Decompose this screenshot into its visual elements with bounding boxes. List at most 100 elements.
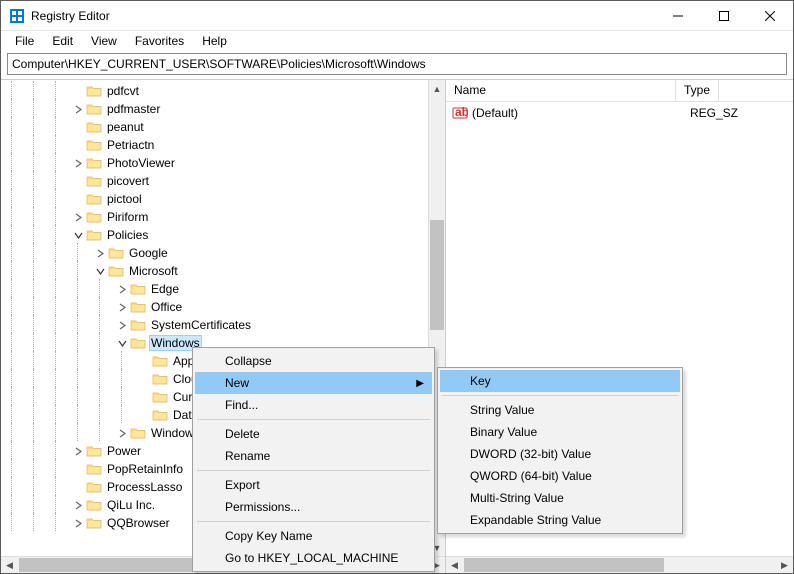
chevron-right-icon[interactable]: [115, 303, 129, 312]
menu-item-delete[interactable]: Delete: [195, 423, 432, 445]
chevron-right-icon[interactable]: [71, 105, 85, 114]
menu-label: Binary Value: [470, 425, 537, 439]
scroll-thumb[interactable]: [430, 220, 444, 330]
tree-label: Piriform: [105, 210, 150, 224]
menu-label: Rename: [225, 449, 270, 463]
menu-item-copy-key-name[interactable]: Copy Key Name: [195, 525, 432, 547]
tree-label: PhotoViewer: [105, 156, 177, 170]
tree-label: pdfcvt: [105, 84, 141, 98]
titlebar: Registry Editor: [1, 1, 793, 31]
menu-edit[interactable]: Edit: [44, 32, 81, 50]
string-value-icon: ab: [452, 105, 468, 121]
tree-label: peanut: [105, 120, 146, 134]
chevron-right-icon[interactable]: [71, 447, 85, 456]
chevron-right-icon[interactable]: [71, 519, 85, 528]
tree-item-edge[interactable]: Edge: [5, 280, 428, 298]
chevron-right-icon[interactable]: [115, 285, 129, 294]
folder-icon: [86, 192, 102, 206]
menu-item-permissions[interactable]: Permissions...: [195, 496, 432, 518]
menu-help[interactable]: Help: [194, 32, 235, 50]
menu-file[interactable]: File: [7, 32, 42, 50]
menu-item-key[interactable]: Key: [440, 370, 680, 392]
scroll-up-icon[interactable]: ▲: [429, 80, 445, 97]
chevron-right-icon: ▶: [416, 378, 424, 389]
scroll-left-icon[interactable]: ◀: [1, 557, 18, 573]
folder-icon: [86, 444, 102, 458]
folder-icon: [86, 228, 102, 242]
chevron-right-icon[interactable]: [71, 213, 85, 222]
scroll-left-icon[interactable]: ◀: [446, 557, 463, 573]
list-horizontal-scrollbar[interactable]: ◀ ▶: [446, 556, 793, 573]
scroll-thumb[interactable]: [464, 558, 664, 572]
menu-item-expandable-string-value[interactable]: Expandable String Value: [440, 509, 680, 531]
maximize-button[interactable]: [701, 1, 747, 31]
tree-item-peanut[interactable]: peanut: [5, 118, 428, 136]
list-row[interactable]: ab(Default)REG_SZ: [446, 104, 793, 122]
folder-icon: [130, 300, 146, 314]
tree-label: ProcessLasso: [105, 480, 184, 494]
minimize-button[interactable]: [655, 1, 701, 31]
menu-item-find[interactable]: Find...: [195, 394, 432, 416]
tree-item-pictool[interactable]: pictool: [5, 190, 428, 208]
menu-item-dword-32-bit-value[interactable]: DWORD (32-bit) Value: [440, 443, 680, 465]
tree-item-petriactn[interactable]: Petriactn: [5, 136, 428, 154]
window-controls: [655, 1, 793, 31]
column-type[interactable]: Type: [676, 80, 719, 101]
menu-item-qword-64-bit-value[interactable]: QWORD (64-bit) Value: [440, 465, 680, 487]
tree-label: Edge: [149, 282, 181, 296]
scroll-right-icon[interactable]: ▶: [776, 557, 793, 573]
tree-item-piriform[interactable]: Piriform: [5, 208, 428, 226]
menu-item-collapse[interactable]: Collapse: [195, 350, 432, 372]
menu-label: QWORD (64-bit) Value: [470, 469, 592, 483]
context-menu[interactable]: CollapseNew▶ Find... Delete Rename Export Per…: [192, 347, 435, 572]
menu-item-string-value[interactable]: String Value: [440, 399, 680, 421]
menu-item-export[interactable]: Export: [195, 474, 432, 496]
tree-label: picovert: [105, 174, 151, 188]
chevron-right-icon[interactable]: [115, 321, 129, 330]
menu-item-go-to-hkey-local-machine[interactable]: Go to HKEY_LOCAL_MACHINE: [195, 547, 432, 569]
address-bar[interactable]: Computer\HKEY_CURRENT_USER\SOFTWARE\Poli…: [7, 53, 787, 75]
tree-item-systemcertificates[interactable]: SystemCertificates: [5, 316, 428, 334]
window: Registry Editor FileEditViewFavoritesHel…: [0, 0, 794, 574]
menu-item-multi-string-value[interactable]: Multi-String Value: [440, 487, 680, 509]
tree-item-photoviewer[interactable]: PhotoViewer: [5, 154, 428, 172]
menu-favorites[interactable]: Favorites: [127, 32, 192, 50]
tree-label: Microsoft: [127, 264, 180, 278]
chevron-down-icon[interactable]: [93, 267, 107, 276]
separator: [442, 395, 678, 396]
menu-label: Permissions...: [225, 500, 300, 514]
tree-item-policies[interactable]: Policies: [5, 226, 428, 244]
chevron-right-icon[interactable]: [93, 249, 107, 258]
tree-label: Petriactn: [105, 138, 156, 152]
tree-label: QQBrowser: [105, 516, 172, 530]
list-header: Name Type: [446, 80, 793, 102]
list-body[interactable]: ab(Default)REG_SZ: [446, 102, 793, 124]
menu-label: Find...: [225, 398, 258, 412]
chevron-right-icon[interactable]: [71, 501, 85, 510]
chevron-right-icon[interactable]: [115, 429, 129, 438]
chevron-down-icon[interactable]: [115, 339, 129, 348]
tree-item-pdfmaster[interactable]: pdfmaster: [5, 100, 428, 118]
tree-item-picovert[interactable]: picovert: [5, 172, 428, 190]
menu-label: Go to HKEY_LOCAL_MACHINE: [225, 551, 398, 565]
menu-item-binary-value[interactable]: Binary Value: [440, 421, 680, 443]
tree-item-google[interactable]: Google: [5, 244, 428, 262]
context-submenu-new[interactable]: Key String Value Binary Value DWORD (32-bit…: [437, 367, 683, 534]
folder-icon: [86, 102, 102, 116]
menu-item-new[interactable]: New▶: [195, 372, 432, 394]
tree-item-microsoft[interactable]: Microsoft: [5, 262, 428, 280]
folder-icon: [86, 174, 102, 188]
tree-item-office[interactable]: Office: [5, 298, 428, 316]
tree-item-pdfcvt[interactable]: pdfcvt: [5, 82, 428, 100]
menu-view[interactable]: View: [83, 32, 125, 50]
close-button[interactable]: [747, 1, 793, 31]
chevron-down-icon[interactable]: [71, 231, 85, 240]
column-name[interactable]: Name: [446, 80, 676, 101]
menu-label: Expandable String Value: [470, 513, 601, 527]
chevron-right-icon[interactable]: [71, 159, 85, 168]
folder-icon: [86, 210, 102, 224]
menu-item-rename[interactable]: Rename: [195, 445, 432, 467]
folder-icon: [108, 246, 124, 260]
menu-label: Export: [225, 478, 260, 492]
folder-icon: [152, 408, 168, 422]
